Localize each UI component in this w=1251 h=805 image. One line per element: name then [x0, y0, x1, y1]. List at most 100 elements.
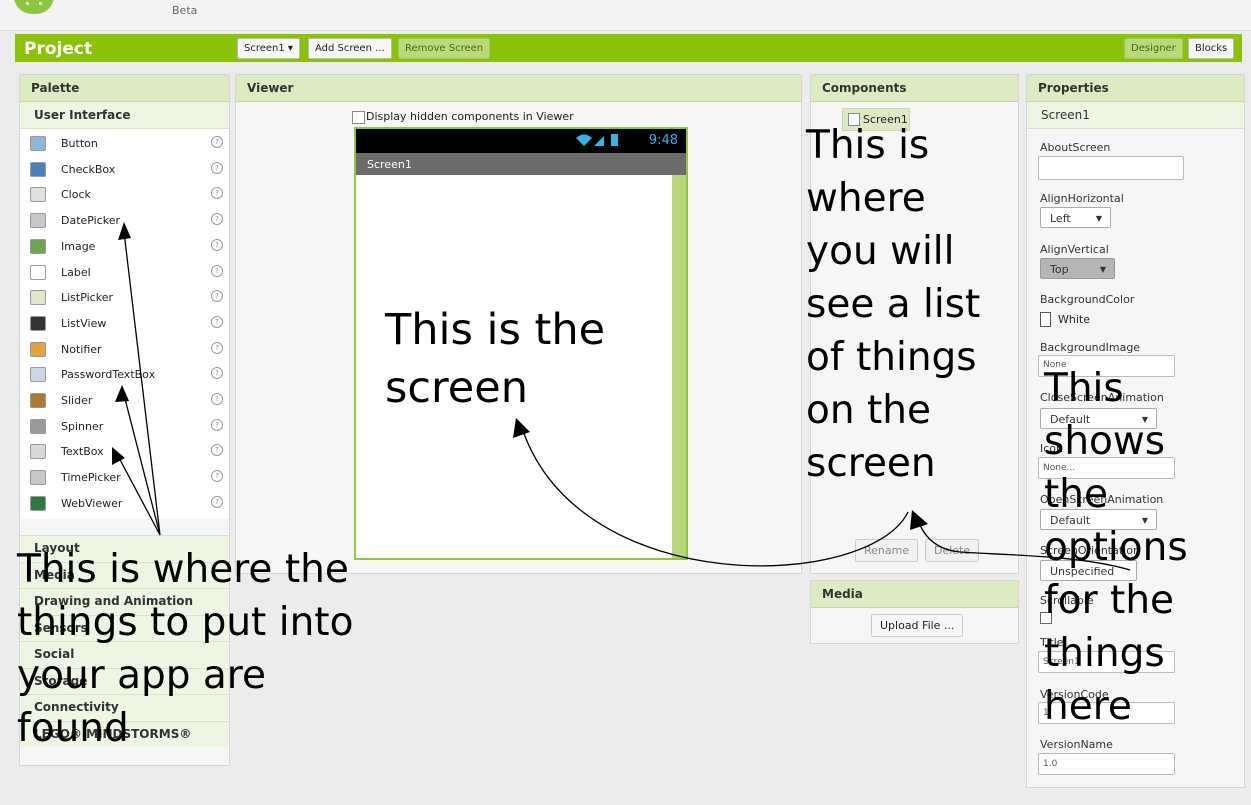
palette-item-webviewer[interactable]: WebViewer?: [24, 491, 224, 516]
annotation-line: where: [806, 176, 926, 221]
palette-item-timepicker[interactable]: TimePicker?: [24, 465, 224, 490]
designer-button[interactable]: Designer: [1124, 38, 1183, 59]
status-time: 9:48: [648, 133, 678, 148]
help-icon[interactable]: ?: [211, 470, 223, 483]
palette-list: Button? CheckBox? Clock? DatePicker? Image? L…: [20, 129, 229, 519]
hidden-components-checkbox[interactable]: [352, 111, 365, 124]
annotation-line: things to put into: [17, 600, 354, 645]
align-vertical-label: AlignVertical: [1040, 243, 1109, 256]
palette-item-checkbox[interactable]: CheckBox?: [24, 157, 224, 182]
annotation-screen: This is the screen: [385, 301, 605, 417]
palette-item-label: Slider: [61, 394, 93, 407]
timepicker-icon: [30, 470, 46, 486]
help-icon[interactable]: ?: [211, 367, 223, 380]
palette-item-label: PasswordTextBox: [61, 368, 156, 382]
dropdown-arrow-icon: ▼: [1099, 265, 1106, 274]
help-icon[interactable]: ?: [211, 238, 223, 251]
help-icon[interactable]: ?: [211, 213, 223, 226]
annotation-line: This: [1044, 366, 1124, 411]
annotation-line: things: [1044, 631, 1165, 676]
webviewer-icon: [30, 495, 46, 511]
beta-label: Beta: [172, 4, 198, 17]
palette-item-listview[interactable]: ListView?: [24, 311, 224, 336]
annotation-line: This is the: [385, 305, 606, 355]
phone-status-bar: 9:48: [356, 129, 686, 153]
color-swatch-icon[interactable]: [1040, 312, 1051, 327]
palette-item-label: Clock: [61, 188, 91, 202]
screen-select-button[interactable]: Screen1 ▾: [237, 38, 300, 59]
align-horizontal-label: AlignHorizontal: [1040, 192, 1124, 205]
palette-item-clock[interactable]: Clock?: [24, 182, 224, 207]
help-icon[interactable]: ?: [211, 444, 223, 457]
annotation-palette: This is where the things to put into you…: [17, 543, 353, 755]
label-icon: [30, 264, 46, 280]
palette-item-button[interactable]: Button?: [24, 131, 224, 156]
properties-title: Properties: [1027, 75, 1244, 102]
annotation-line: see a list: [806, 282, 981, 327]
align-horizontal-value: Left: [1050, 212, 1071, 225]
clock-icon: [30, 187, 46, 203]
annotation-line: here: [1044, 684, 1132, 729]
palette-item-notifier[interactable]: Notifier?: [24, 337, 224, 362]
palette-item-label: ListPicker: [61, 291, 113, 305]
palette-item-label: Label: [61, 265, 91, 279]
delete-button[interactable]: Delete: [925, 539, 980, 562]
phone-screen-title: Screen1: [367, 158, 412, 171]
password-icon: [30, 367, 46, 383]
listpicker-icon: [30, 290, 46, 306]
annotation-line: your app are: [17, 653, 266, 698]
align-vertical-select[interactable]: Top ▼: [1040, 258, 1115, 279]
checkbox-icon: [30, 161, 46, 177]
help-icon[interactable]: ?: [211, 264, 223, 277]
palette-item-label: DatePicker: [61, 214, 121, 228]
viewer-title: Viewer: [236, 75, 801, 102]
help-icon[interactable]: ?: [211, 161, 223, 174]
background-color-label: BackgroundColor: [1040, 293, 1135, 306]
palette-item-label: WebViewer: [61, 496, 123, 510]
button-icon: [30, 136, 46, 151]
upload-file-button[interactable]: Upload File ...: [871, 614, 964, 637]
help-icon[interactable]: ?: [211, 341, 223, 354]
palette-item-label: ListView: [61, 316, 107, 330]
help-icon[interactable]: ?: [211, 290, 223, 303]
components-title: Components: [811, 75, 1018, 102]
palette-item-spinner[interactable]: Spinner?: [24, 414, 224, 439]
palette-item-datepicker[interactable]: DatePicker?: [24, 208, 224, 233]
phone-scrollbar[interactable]: [672, 175, 686, 558]
remove-screen-button[interactable]: Remove Screen: [398, 38, 491, 59]
rename-button[interactable]: Rename: [855, 539, 919, 562]
align-horizontal-select[interactable]: Left ▼: [1040, 207, 1111, 228]
help-icon[interactable]: ?: [211, 393, 223, 405]
palette-item-slider[interactable]: Slider?: [24, 388, 224, 413]
version-name-input[interactable]: 1.0: [1038, 753, 1175, 775]
palette-item-label: Spinner: [61, 419, 104, 433]
background-color-value[interactable]: White: [1058, 313, 1090, 326]
listview-icon: [30, 315, 46, 331]
help-icon[interactable]: ?: [211, 187, 223, 200]
about-screen-label: AboutScreen: [1040, 141, 1111, 154]
annotation-line: options: [1044, 525, 1188, 570]
palette-item-label[interactable]: Label?: [24, 260, 224, 285]
palette-item-image[interactable]: Image?: [24, 234, 224, 259]
palette-item-textbox[interactable]: TextBox?: [24, 439, 224, 464]
help-icon[interactable]: ?: [211, 495, 223, 508]
annotation-properties: This shows the options for the things he…: [1044, 362, 1188, 733]
image-icon: [30, 238, 46, 254]
palette-item-passwordtextbox[interactable]: PasswordTextBox?: [24, 362, 224, 387]
align-vertical-value: Top: [1050, 263, 1069, 276]
palette-item-listpicker[interactable]: ListPicker?: [24, 285, 224, 310]
help-icon[interactable]: ?: [211, 418, 223, 431]
media-title: Media: [811, 581, 1018, 608]
help-icon[interactable]: ?: [211, 315, 223, 328]
version-name-label: VersionName: [1040, 738, 1113, 751]
add-screen-button[interactable]: Add Screen ...: [308, 38, 392, 59]
annotation-line: for the: [1044, 578, 1175, 623]
help-icon[interactable]: ?: [211, 136, 223, 148]
about-screen-textarea[interactable]: [1038, 156, 1184, 180]
project-title: Project: [24, 39, 93, 59]
blocks-button[interactable]: Blocks: [1188, 38, 1235, 59]
palette-group-user-interface[interactable]: User Interface: [20, 102, 229, 129]
dropdown-arrow-icon: ▼: [1095, 214, 1102, 223]
palette-item-label: Button: [61, 137, 98, 150]
textbox-icon: [30, 444, 46, 460]
